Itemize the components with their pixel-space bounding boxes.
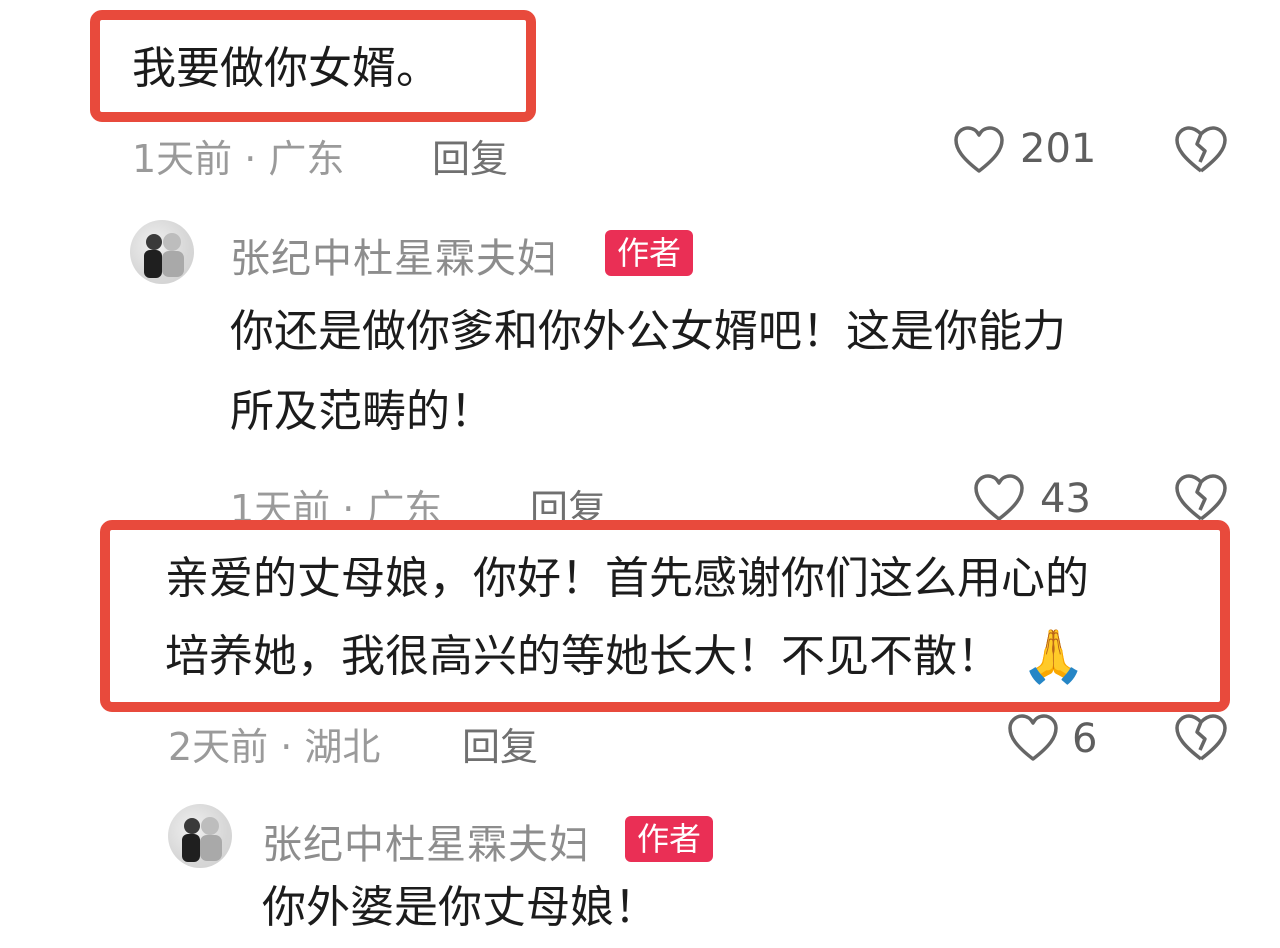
comment-3-like-count: 6 [1072,716,1098,762]
avatar-icon [144,233,184,278]
avatar-icon [182,817,222,862]
comment-1-text: 我要做你女婿。 [132,43,440,94]
comment-2-like-count: 43 [1040,476,1091,522]
heart-outline-icon [954,126,1004,173]
comment-4-text-line-1: 你外婆是你丈母娘！ [262,882,658,933]
avatar[interactable] [130,220,194,284]
comment-1-dislike-button[interactable] [1172,124,1230,176]
comment-3-text: 亲爱的丈母娘，你好！首先感谢你们这么用心的 培养她，我很高兴的等她长大！不见不散… [165,540,1215,696]
comment-2-text-line-2: 所及范畴的！ [230,386,494,437]
comment-3-text-line-2: 培养她，我很高兴的等她长大！不见不散！ [165,631,1001,682]
comment-3-time-location: 2天前 · 湖北 [168,725,381,769]
heart-outline-icon [974,474,1024,521]
comment-2-like-button[interactable] [972,472,1026,524]
broken-heart-icon [1175,474,1227,521]
pray-emoji-icon: 🙏 [1021,627,1086,687]
author-badge: 作者 [605,230,694,276]
comment-3-like-button[interactable] [1006,712,1060,764]
comment-1-time-location: 1天前 · 广东 [132,137,345,181]
comment-3-text-line-2-wrap: 培养她，我很高兴的等她长大！不见不散！ 🙏 [165,618,1215,696]
broken-heart-icon [1175,714,1227,761]
comment-2-dislike-button[interactable] [1172,472,1230,524]
heart-outline-icon [1008,714,1058,761]
comment-3-reply-button[interactable]: 回复 [462,716,538,771]
comment-1-like-count: 201 [1020,126,1097,172]
comment-3-dislike-button[interactable] [1172,712,1230,764]
comment-1-like-button[interactable] [952,124,1006,176]
comment-2-author-name[interactable]: 张纪中杜星霖夫妇 [230,226,558,284]
comment-1-reply-button[interactable]: 回复 [432,128,508,183]
comment-2-text-line-1: 你还是做你爹和你外公女婿吧！这是你能力 [230,306,1066,357]
broken-heart-icon [1175,126,1227,173]
avatar[interactable] [168,804,232,868]
comment-3-text-line-1: 亲爱的丈母娘，你好！首先感谢你们这么用心的 [165,553,1089,604]
comment-4-author-name[interactable]: 张纪中杜星霖夫妇 [262,812,590,870]
author-badge: 作者 [625,816,714,862]
